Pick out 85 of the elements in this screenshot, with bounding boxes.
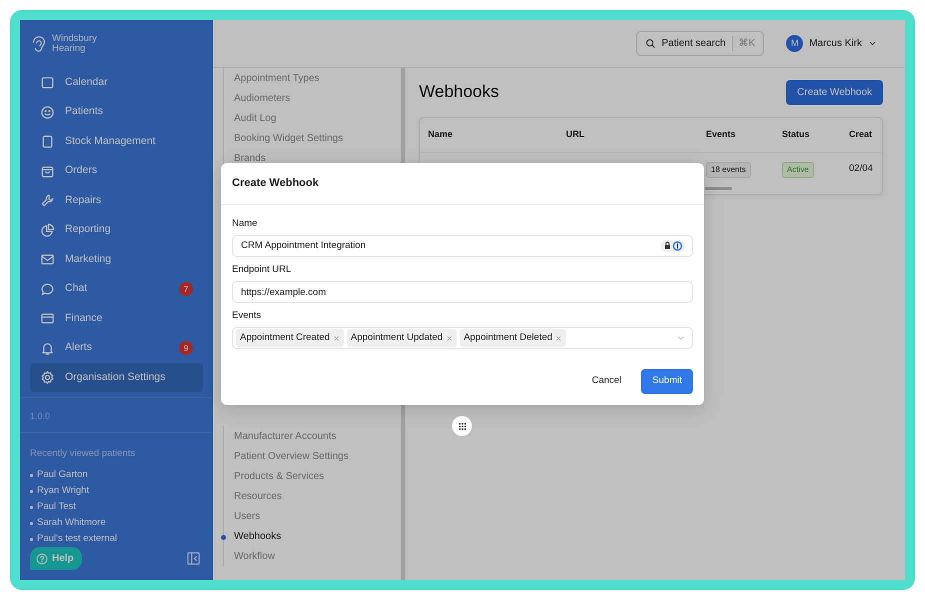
settings-nav-item[interactable]: Manufacturer Accounts [224,426,401,446]
envelope-icon [40,252,55,268]
speech-bubble-icon [40,282,55,297]
section-heading: Recently viewed patients [29,446,136,461]
panel-collapse-icon [186,551,201,566]
avatar: M [786,35,804,52]
brand-name: Windsbury Hearing [52,34,97,54]
settings-nav-item[interactable]: Audit Log [224,108,401,128]
count-badge: 7 [179,282,193,296]
settings-nav-item[interactable]: Webhooks [224,526,401,546]
sidebar-item[interactable]: Marketing [30,244,203,274]
cancel-button[interactable]: Cancel [586,373,628,390]
remove-icon [446,334,453,342]
remove-icon [332,334,340,342]
help-button[interactable]: Help [30,547,82,570]
search-icon [644,38,656,49]
question-icon [36,552,48,564]
collapse-sidebar-button[interactable] [186,551,201,566]
bullet-icon [30,506,33,508]
grid-dots-icon [458,422,466,430]
user-menu-button[interactable]: M Marcus Kirk [780,34,883,53]
sidebar-item[interactable]: Orders [30,156,203,186]
submit-button[interactable]: Submit [641,369,693,394]
smiley-icon [40,104,55,120]
column-header: Events [698,118,774,152]
settings-nav-item[interactable]: Patient Overview Settings [224,446,401,466]
patient-link[interactable]: Sarah Whitmore [37,515,106,531]
patient-link[interactable]: Paul Test [37,499,76,515]
column-header: Name [420,118,558,152]
events-count-tag: 18 events [706,162,751,178]
page-title: Webhooks [419,82,500,103]
column-header: Creat [844,118,882,152]
column-header: Status [774,118,844,152]
chevron-down-icon [868,39,877,48]
patient-link[interactable]: Paul's test external [37,531,117,547]
clipboard-icon [40,134,55,150]
shortcut-hint: ⌘K [732,36,756,51]
patient-search-button[interactable]: Patient search ⌘K [636,31,764,56]
event-tag: Appointment Created [236,329,344,348]
patient-link[interactable]: Paul Garton [37,467,88,483]
settings-nav-item[interactable]: Booking Widget Settings [224,128,401,148]
field-label: Endpoint URL [232,262,292,277]
bell-icon [40,340,55,356]
field-label: Events [232,309,262,323]
settings-nav-item[interactable]: Resources [224,486,401,506]
sidebar-item[interactable]: Patients [30,97,203,127]
events-select[interactable]: Appointment Created Appointment Updated Appointment Deleted [232,327,693,350]
bullet-icon [30,490,33,492]
horizontal-scrollbar[interactable] [705,186,732,190]
bullet-icon [30,538,33,540]
sidebar-item[interactable]: Calendar [30,68,203,98]
basket-icon [40,164,55,179]
bullet-icon [30,522,33,524]
gear-icon [40,370,55,386]
version-label: 1.0.0 [20,397,213,433]
create-webhook-button[interactable]: Create Webhook [786,80,883,105]
table-cell-text: 02/04 [848,162,874,176]
input-field[interactable]: CRM Appointment Integration [232,234,693,257]
sidebar-item[interactable]: Repairs [30,186,203,216]
patient-link[interactable]: Ryan Wright [37,483,90,499]
input-field[interactable]: https://example.com [232,281,693,303]
event-tag: Appointment Deleted [460,329,566,348]
column-header: URL [558,118,698,152]
sidebar-item[interactable]: Alerts 9 [30,333,203,363]
calendar-icon [40,75,55,90]
settings-nav-item[interactable]: Workflow [224,546,401,566]
settings-nav-item[interactable]: Audiometers [224,88,401,108]
event-tag: Appointment Updated [346,329,457,348]
sidebar-item[interactable]: Finance [30,304,203,334]
bullet-icon [30,474,33,476]
settings-nav-item[interactable]: Appointment Types [224,68,401,88]
settings-nav-item[interactable]: Products & Services [224,466,401,486]
count-badge: 9 [179,341,193,356]
credit-card-icon [40,311,55,326]
remove-icon [555,334,562,342]
settings-nav-item[interactable]: Users [224,506,401,526]
field-label: Name [232,216,258,230]
active-dot [221,535,226,540]
sidebar-item[interactable]: Stock Management [30,126,203,156]
dialog-title: Create Webhook [221,163,704,204]
wrench-icon [40,193,55,208]
sidebar-item[interactable]: Reporting [30,215,203,245]
pie-chart-icon [40,222,55,238]
sidebar-item[interactable]: Chat 7 [30,274,203,304]
status-tag: Active [782,162,814,178]
